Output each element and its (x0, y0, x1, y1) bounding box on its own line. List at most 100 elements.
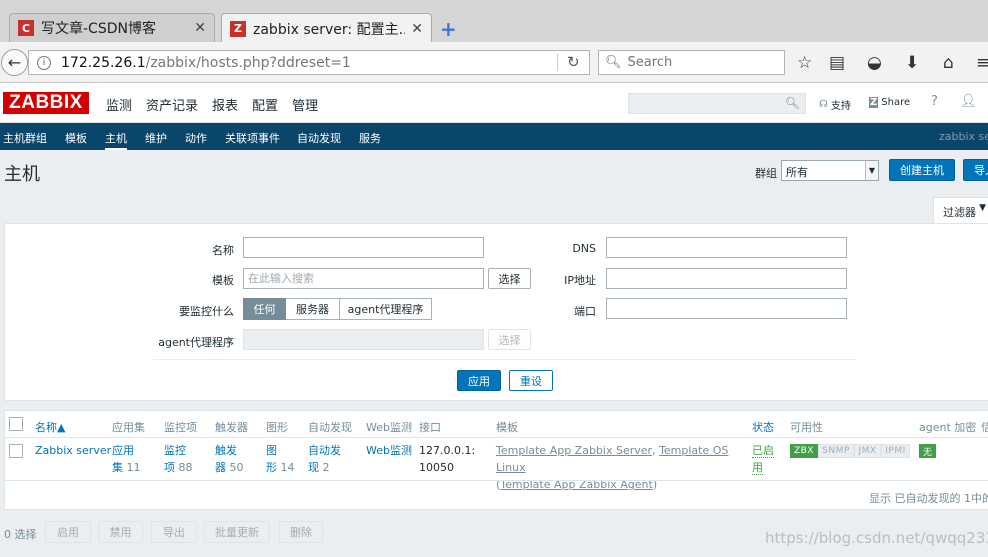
row-checkbox[interactable] (9, 444, 23, 458)
reload-icon[interactable]: ↻ (567, 53, 580, 71)
subnav-services[interactable]: 服务 (359, 130, 381, 146)
url-path: /zabbix/hosts.php?ddreset=1 (145, 54, 351, 71)
home-icon[interactable]: ⌂ (943, 53, 954, 73)
zabbix-logo[interactable]: ZABBIX (3, 92, 89, 114)
sub-navigation: 主机群组 模板 主机 维护 动作 关联项事件 自动发现 服务 zabbix se… (0, 123, 988, 150)
triggers-count: 50 (229, 461, 244, 474)
monitored-by-segmented: 任何 服务器 agent代理程序 (243, 298, 432, 320)
triggers-text: 触发 (215, 444, 237, 457)
filter-divider (153, 359, 856, 360)
mass-export-button[interactable]: 导出 (151, 521, 197, 543)
create-host-button[interactable]: 创建主机 (889, 159, 955, 181)
subnav-actions[interactable]: 动作 (185, 130, 207, 146)
mass-update-button[interactable]: 批量更新 (204, 521, 270, 543)
new-tab-icon[interactable]: + (440, 17, 457, 41)
menu-icon[interactable]: ≡ (976, 53, 988, 73)
close-tab-icon[interactable]: ✕ (411, 21, 423, 37)
subnav-hosts[interactable]: 主机 (105, 130, 127, 150)
zabbix-header: ZABBIX 监测 资产记录 报表 配置 管理 🔍︎ ☊ 支持 Z Share ? … (0, 83, 988, 123)
search-icon: 🔍︎ (605, 55, 622, 70)
items-text: 监控 (164, 444, 186, 457)
col-interface-header: 接口 (419, 421, 441, 434)
monitored-by-server[interactable]: 服务器 (286, 298, 340, 320)
user-profile-icon[interactable]: 👤︎ (960, 94, 977, 109)
template-select-button[interactable]: 选择 (488, 268, 531, 289)
graphs-link[interactable]: 图 形 14 (266, 442, 295, 476)
zabbix-search-input[interactable]: 🔍︎ (628, 93, 806, 114)
mass-enable-button[interactable]: 启用 (45, 521, 91, 543)
col-templates-header: 模板 (496, 421, 518, 434)
group-select-value: 所有 (786, 166, 808, 179)
filter-ip-label: IP地址 (564, 274, 596, 287)
close-tab-icon[interactable]: ✕ (194, 20, 206, 36)
apply-filter-button[interactable]: 应用 (457, 370, 501, 391)
proxy-input (243, 329, 484, 350)
items-link[interactable]: 监控 项 88 (164, 442, 193, 476)
download-icon[interactable]: ⬇ (905, 53, 919, 73)
browser-tabstrip: C 写文章-CSDN博客 ✕ Z zabbix server: 配置主... ✕… (0, 0, 988, 43)
subnav-host-groups[interactable]: 主机群组 (3, 130, 47, 146)
col-status-header[interactable]: 状态 (752, 419, 774, 435)
filter-template-input[interactable] (243, 268, 484, 289)
browser-tab-zabbix[interactable]: Z zabbix server: 配置主... ✕ (221, 13, 432, 43)
select-all-checkbox[interactable] (9, 417, 23, 431)
host-name-link[interactable]: Zabbix server (35, 442, 111, 459)
template-link[interactable]: Template App Zabbix Server (496, 444, 652, 457)
monitored-by-any[interactable]: 任何 (243, 298, 286, 320)
bookmark-star-icon[interactable]: ☆ (797, 53, 812, 73)
menu-reports[interactable]: 报表 (212, 95, 238, 114)
browser-tab-csdn[interactable]: C 写文章-CSDN博客 ✕ (9, 13, 215, 42)
col-web-header: Web监测 (366, 421, 412, 434)
subnav-maintenance[interactable]: 维护 (145, 130, 167, 146)
reset-filter-button[interactable]: 重设 (509, 370, 553, 391)
discovery-text-2: 现 (308, 461, 319, 474)
url-bar[interactable]: i 172.25.26.1/zabbix/hosts.php?ddreset=1… (28, 50, 590, 75)
subnav-correlation[interactable]: 关联项事件 (225, 130, 280, 146)
menu-inventory[interactable]: 资产记录 (146, 95, 198, 114)
col-info-header: 信 (981, 421, 988, 434)
share-link[interactable]: Z Share (869, 97, 910, 108)
mass-delete-button[interactable]: 删除 (279, 521, 323, 543)
filter-dns-input[interactable] (606, 237, 847, 258)
triggers-link[interactable]: 触发 器 50 (215, 442, 244, 476)
menu-administration[interactable]: 管理 (292, 95, 318, 114)
server-name: zabbix server (939, 130, 988, 143)
pocket-icon[interactable]: ◒ (867, 53, 882, 73)
back-arrow-icon[interactable]: ← (1, 49, 28, 76)
share-label: Share (881, 97, 911, 108)
menu-monitoring[interactable]: 监测 (106, 95, 132, 114)
import-button[interactable]: 导入 (963, 159, 988, 181)
filter-name-input[interactable] (243, 237, 484, 258)
applications-link[interactable]: 应用 集 11 (112, 442, 141, 476)
filter-port-input[interactable] (606, 298, 847, 319)
filter-ip-input[interactable] (606, 268, 847, 289)
row-divider (4, 480, 988, 481)
url-host: 172.25.26.1 (61, 54, 146, 71)
subnav-templates[interactable]: 模板 (65, 130, 87, 146)
help-icon[interactable]: ? (931, 94, 938, 109)
filter-tab[interactable]: 过滤器 ▼ (933, 197, 988, 223)
group-select[interactable]: 所有 ▼ (781, 160, 879, 181)
status-toggle[interactable]: 已启 用 (752, 442, 774, 476)
col-name-header[interactable]: 名称▲ (35, 419, 65, 435)
support-link[interactable]: ☊ 支持 (819, 97, 851, 112)
applications-text-2: 集 (112, 461, 123, 474)
discovery-link[interactable]: 自动发 现 2 (308, 442, 341, 476)
mass-disable-button[interactable]: 禁用 (98, 521, 143, 543)
discovery-text: 自动发 (308, 444, 341, 457)
browser-search-box[interactable]: 🔍︎ (598, 50, 785, 75)
filter-toggle-icon: ▼ (979, 203, 986, 213)
browser-search-input[interactable] (627, 55, 778, 70)
subnav-discovery[interactable]: 自动发现 (297, 130, 341, 146)
info-icon[interactable]: i (37, 55, 51, 70)
menu-configuration[interactable]: 配置 (252, 95, 278, 114)
reading-list-icon[interactable]: ▤ (829, 53, 845, 73)
web-link[interactable]: Web监测 (366, 442, 412, 459)
items-text-2: 项 (164, 461, 175, 474)
search-icon[interactable]: 🔍︎ (785, 96, 800, 110)
encryption-badge: 无 (919, 444, 936, 458)
col-discovery-header: 自动发现 (308, 421, 352, 434)
monitored-by-proxy[interactable]: agent代理程序 (340, 298, 432, 320)
zbx-availability-badge: ZBX (790, 444, 818, 458)
col-encryption-header: agent 加密 (919, 421, 977, 434)
